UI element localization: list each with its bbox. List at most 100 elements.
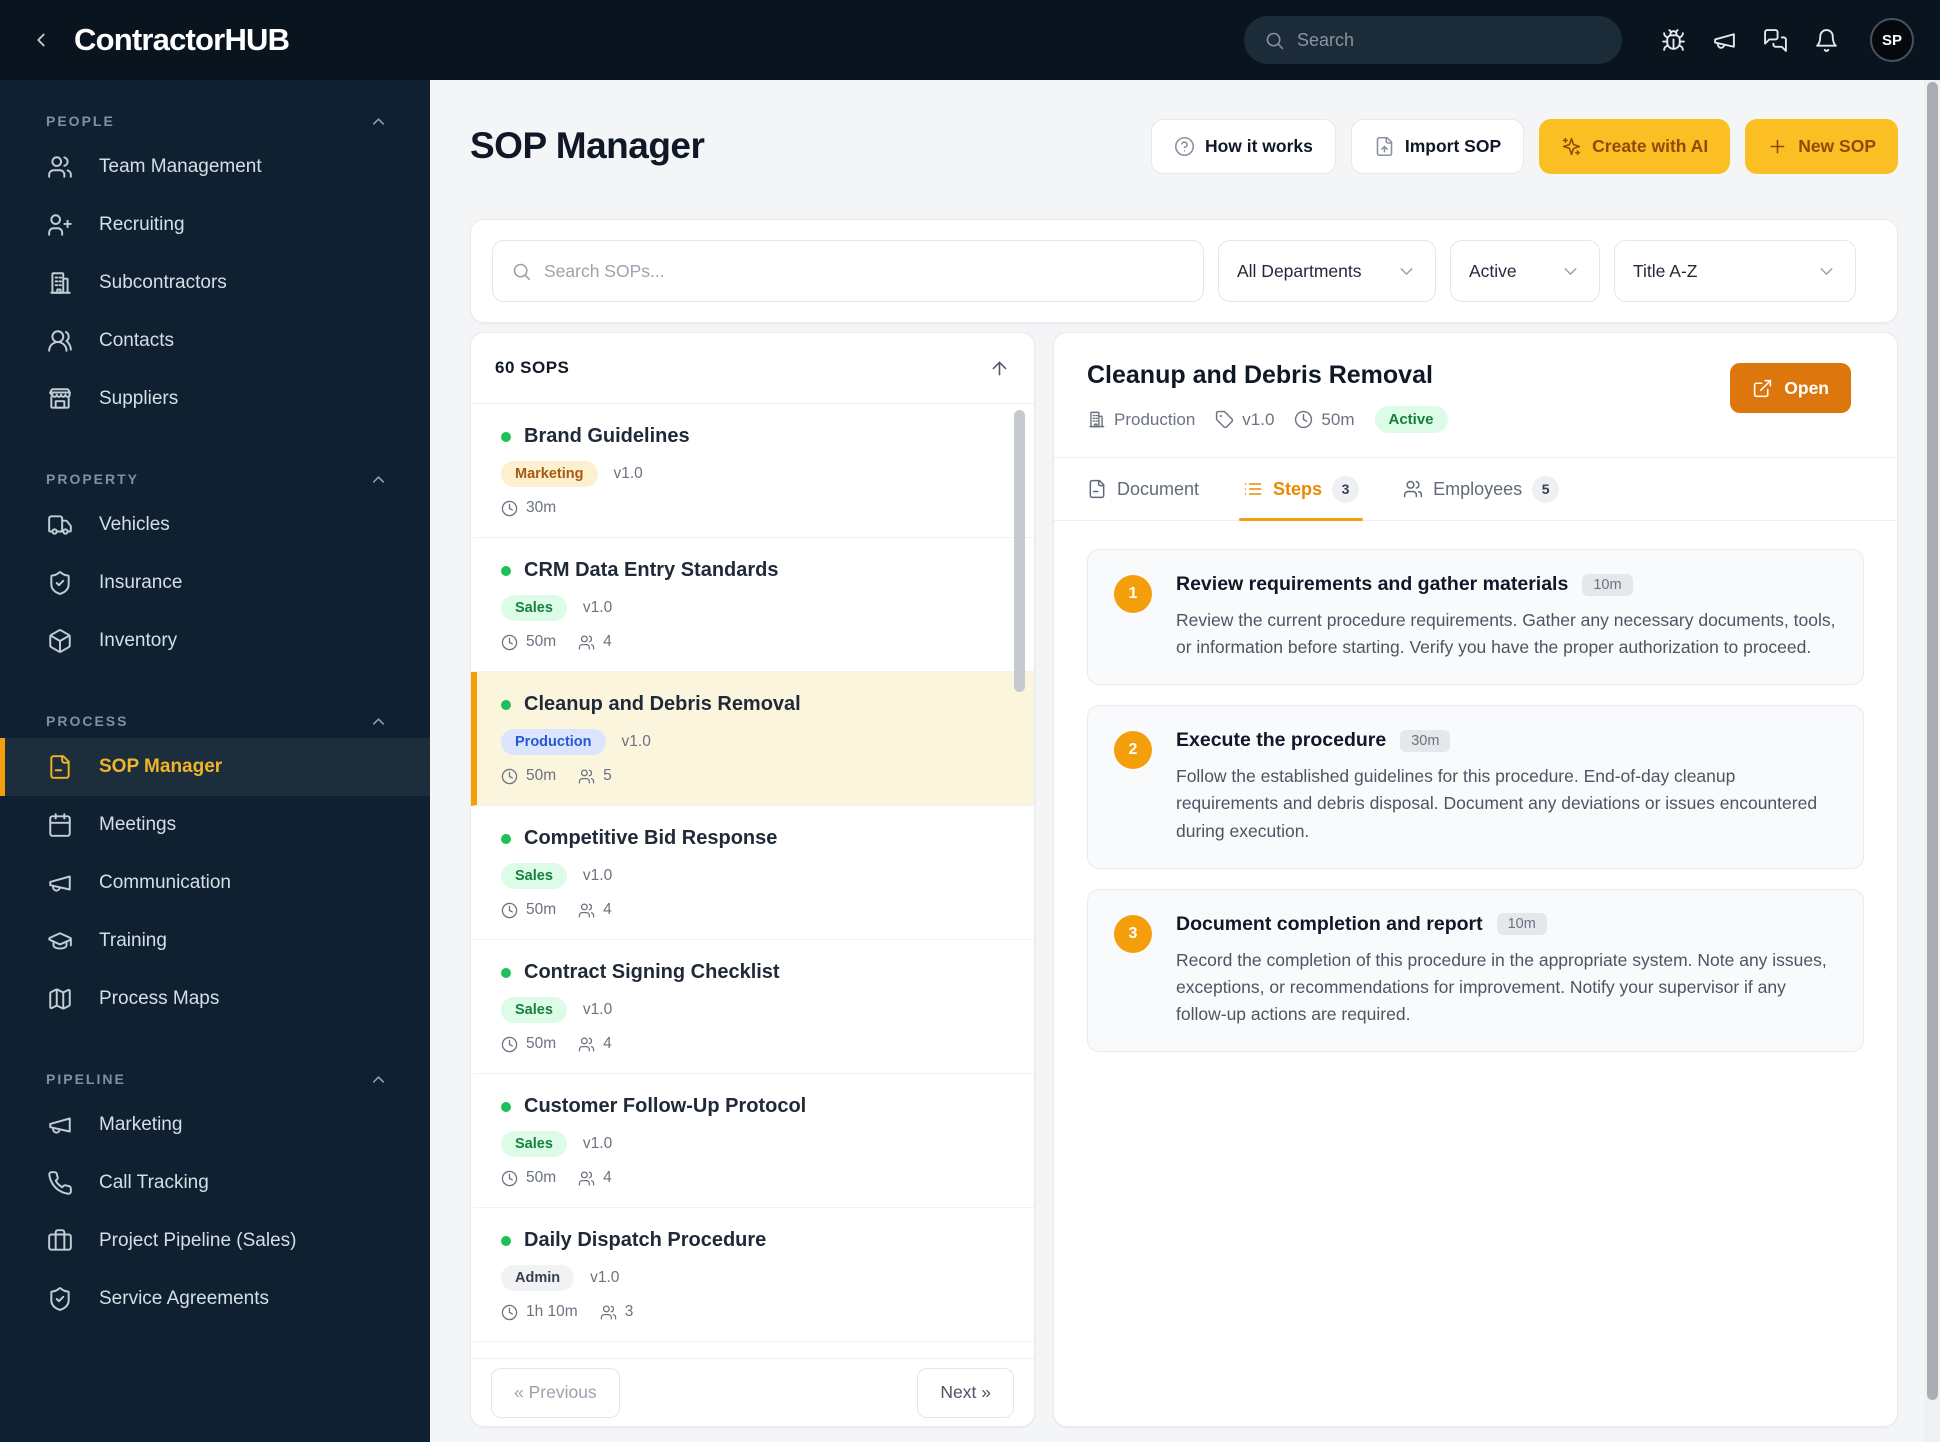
sort-direction-button[interactable]	[989, 358, 1010, 379]
sidebar-item-label: Communication	[99, 872, 231, 893]
tab-steps[interactable]: Steps 3	[1239, 458, 1364, 521]
clock-icon	[501, 1170, 518, 1187]
sidebar-item-insurance[interactable]: Insurance	[0, 554, 430, 612]
users-icon	[578, 1170, 595, 1187]
page-scrollbar-thumb[interactable]	[1927, 82, 1938, 1400]
users-icon	[1403, 479, 1423, 499]
sop-list-panel: 60 SOPS Brand Guidelines Marketing v1.0 30m…	[470, 332, 1035, 1427]
detail-version: v1.0	[1215, 410, 1274, 430]
sidebar-item-label: SOP Manager	[99, 756, 223, 777]
sop-list-item[interactable]: Customer Follow-Up Protocol Sales v1.0 50m 4	[471, 1074, 1034, 1208]
sop-list-item[interactable]: Cleanup and Debris Removal Production v1.0…	[471, 672, 1034, 806]
sidebar-section-header[interactable]: PIPELINE	[0, 1062, 430, 1096]
sidebar-section-header[interactable]: PEOPLE	[0, 104, 430, 138]
chevron-down-icon	[1396, 261, 1417, 282]
create-with-ai-button[interactable]: Create with AI	[1539, 118, 1731, 174]
sidebar-item-project-pipeline-sales[interactable]: Project Pipeline (Sales)	[0, 1212, 430, 1270]
sidebar-item-suppliers[interactable]: Suppliers	[0, 370, 430, 428]
app-logo: ContractorHUB	[74, 22, 290, 57]
sidebar-item-label: Call Tracking	[99, 1172, 209, 1193]
sidebar-section-property: PROPERTY Vehicles Insurance Inventory	[0, 462, 430, 670]
create-with-ai-label: Create with AI	[1592, 135, 1709, 156]
global-search[interactable]	[1244, 16, 1622, 64]
sop-list-item[interactable]: Daily Dispatch ProcedureFinancev1.0	[471, 1342, 1034, 1358]
status-dot	[501, 1101, 511, 1112]
step-description: Follow the established guidelines for th…	[1176, 766, 1818, 841]
sidebar-section-header[interactable]: PROPERTY	[0, 462, 430, 496]
chevron-up-icon	[369, 112, 388, 131]
sidebar-item-service-agreements[interactable]: Service Agreements	[0, 1270, 430, 1328]
sidebar-item-recruiting[interactable]: Recruiting	[0, 196, 430, 254]
bug-button[interactable]	[1648, 28, 1699, 53]
sidebar-section-header[interactable]: PROCESS	[0, 704, 430, 738]
employee-count-label: 4	[603, 901, 612, 918]
chat-button[interactable]	[1750, 28, 1801, 53]
employee-count-label: 5	[603, 767, 612, 784]
sop-list-item[interactable]: Contract Signing Checklist Sales v1.0 50m 4	[471, 940, 1034, 1074]
sidebar-item-label: Project Pipeline (Sales)	[99, 1230, 297, 1251]
detail-department: Production	[1087, 410, 1195, 430]
sidebar-item-communication[interactable]: Communication	[0, 854, 430, 912]
sidebar-item-sop-manager[interactable]: SOP Manager	[0, 738, 430, 796]
sidebar-item-process-maps[interactable]: Process Maps	[0, 970, 430, 1028]
sop-list-item[interactable]: Daily Dispatch Procedure Admin v1.0 1h 10m 3	[471, 1208, 1034, 1342]
sop-title: Contract Signing Checklist	[524, 961, 780, 983]
sop-title: Brand Guidelines	[524, 425, 690, 447]
tab-employees[interactable]: Employees 5	[1403, 458, 1560, 520]
list-scrollbar[interactable]	[1014, 410, 1025, 692]
sop-meta: 50m 4	[501, 633, 994, 651]
sidebar-item-vehicles[interactable]: Vehicles	[0, 496, 430, 554]
sidebar-item-label: Training	[99, 930, 167, 951]
tab-document[interactable]: Document	[1087, 458, 1199, 520]
sop-search[interactable]	[492, 240, 1204, 302]
sidebar-item-marketing[interactable]: Marketing	[0, 1096, 430, 1154]
sidebar-item-training[interactable]: Training	[0, 912, 430, 970]
megaphone-icon	[1712, 28, 1737, 53]
version-label: v1.0	[621, 733, 651, 750]
back-button[interactable]	[30, 29, 52, 51]
clock-icon	[501, 634, 518, 651]
sidebar-item-call-tracking[interactable]: Call Tracking	[0, 1154, 430, 1212]
sort-filter[interactable]: Title A-Z	[1614, 240, 1856, 302]
users-icon	[578, 634, 595, 651]
megaphone-button[interactable]	[1699, 28, 1750, 53]
sidebar-item-subcontractors[interactable]: Subcontractors	[0, 254, 430, 312]
sidebar-item-meetings[interactable]: Meetings	[0, 796, 430, 854]
status-filter[interactable]: Active	[1450, 240, 1600, 302]
detail-meta: Production v1.0 50m Active	[1087, 406, 1448, 433]
avatar[interactable]: SP	[1870, 18, 1914, 62]
sop-title: CRM Data Entry Standards	[524, 559, 779, 581]
sop-meta: 50m 4	[501, 1035, 994, 1053]
previous-page-button[interactable]: « Previous	[491, 1367, 620, 1418]
step-card: 1 Review requirements and gather material…	[1087, 549, 1864, 686]
sop-meta: 30m	[501, 499, 994, 517]
filter-bar: All Departments Active Title A-Z	[470, 219, 1898, 323]
sidebar-item-team-management[interactable]: Team Management	[0, 138, 430, 196]
bell-icon	[1814, 28, 1839, 53]
sidebar-section-process: PROCESS SOP Manager Meetings Communication T…	[0, 704, 430, 1028]
sidebar-item-contacts[interactable]: Contacts	[0, 312, 430, 370]
bell-button[interactable]	[1801, 28, 1852, 53]
sidebar-item-inventory[interactable]: Inventory	[0, 612, 430, 670]
employee-count-label: 4	[603, 1035, 612, 1052]
status-filter-value: Active	[1469, 260, 1517, 281]
sparkles-icon	[1561, 136, 1582, 157]
sop-list-item[interactable]: CRM Data Entry Standards Sales v1.0 50m 4	[471, 538, 1034, 672]
tab-label: Steps	[1273, 478, 1323, 499]
sop-list-item[interactable]: Competitive Bid Response Sales v1.0 50m 4	[471, 806, 1034, 940]
tab-count-badge: 5	[1532, 475, 1560, 503]
import-sop-button[interactable]: Import SOP	[1350, 118, 1525, 174]
new-sop-button[interactable]: New SOP	[1745, 118, 1898, 174]
page-scrollbar[interactable]	[1924, 80, 1940, 1442]
tag-icon	[1215, 410, 1234, 429]
header-actions: How it works Import SOP Create with AI N…	[1150, 118, 1898, 174]
next-page-button[interactable]: Next »	[917, 1367, 1014, 1418]
sop-search-input[interactable]	[544, 260, 1185, 282]
department-filter[interactable]: All Departments	[1218, 240, 1436, 302]
version-label: v1.0	[582, 867, 613, 884]
clock-icon	[501, 1304, 518, 1321]
how-it-works-button[interactable]: How it works	[1150, 118, 1336, 174]
global-search-input[interactable]	[1297, 29, 1602, 51]
sop-list-item[interactable]: Brand Guidelines Marketing v1.0 30m	[471, 404, 1034, 538]
open-button[interactable]: Open	[1730, 363, 1851, 413]
